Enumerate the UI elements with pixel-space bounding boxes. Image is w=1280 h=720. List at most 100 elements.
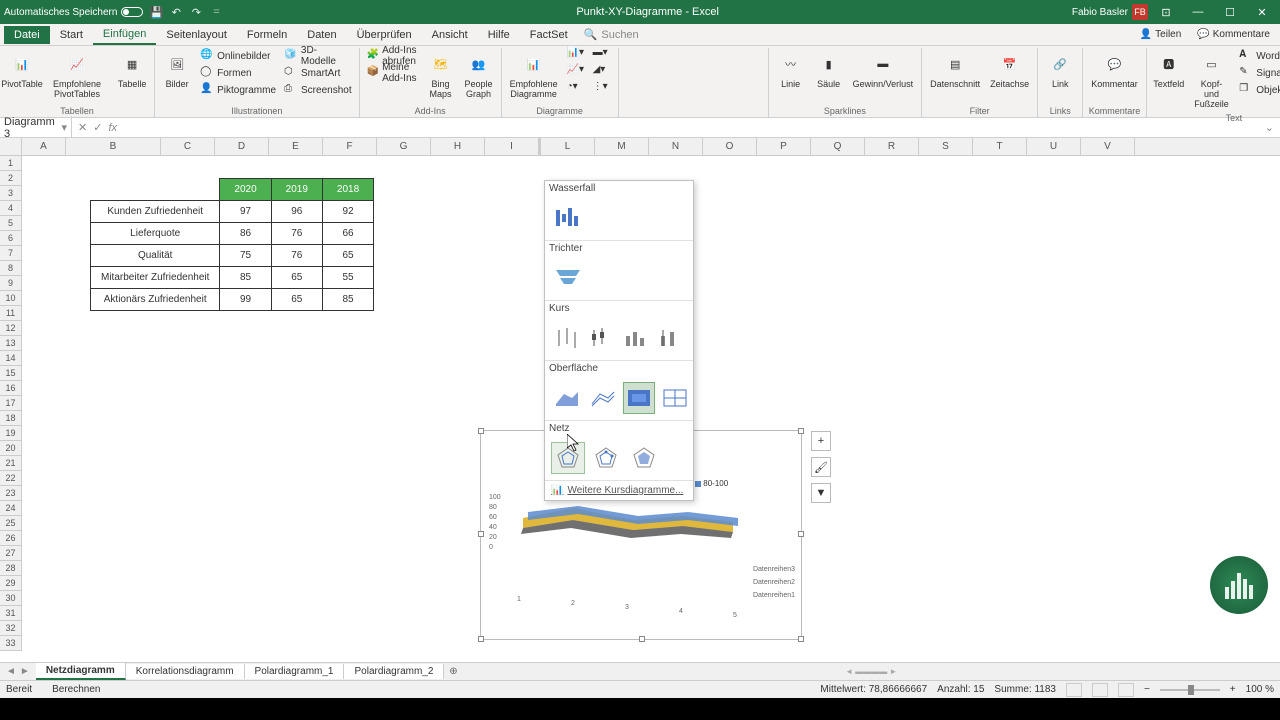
- row-header[interactable]: 12: [0, 321, 22, 336]
- stock-chart-4[interactable]: [656, 322, 687, 354]
- radar-chart-2[interactable]: [589, 442, 623, 474]
- row-header[interactable]: 16: [0, 381, 22, 396]
- autosave-toggle[interactable]: Automatisches Speichern: [4, 7, 143, 18]
- screenshot-button[interactable]: ⎙Screenshot: [281, 82, 355, 98]
- tab-help[interactable]: Hilfe: [478, 26, 520, 44]
- wordart-button[interactable]: 𝐀WordArt: [1236, 48, 1280, 64]
- column-header[interactable]: Q: [811, 138, 865, 155]
- row-header[interactable]: 5: [0, 216, 22, 231]
- surface-chart-3[interactable]: [623, 382, 655, 414]
- row-header[interactable]: 29: [0, 576, 22, 591]
- user-avatar[interactable]: FB: [1132, 4, 1148, 20]
- tab-view[interactable]: Ansicht: [422, 26, 478, 44]
- row-header[interactable]: 19: [0, 426, 22, 441]
- row-header[interactable]: 33: [0, 636, 22, 651]
- minimize-button[interactable]: —: [1184, 2, 1212, 22]
- column-header[interactable]: U: [1027, 138, 1081, 155]
- surface-chart-2[interactable]: [587, 382, 619, 414]
- tab-review[interactable]: Überprüfen: [347, 26, 422, 44]
- recommended-charts-button[interactable]: 📊Empfohlene Diagramme: [506, 48, 562, 102]
- column-header[interactable]: T: [973, 138, 1027, 155]
- surface-chart-4[interactable]: [659, 382, 691, 414]
- view-page-break-button[interactable]: [1118, 683, 1134, 697]
- row-header[interactable]: 6: [0, 231, 22, 246]
- view-normal-button[interactable]: [1066, 683, 1082, 697]
- sheet-tab-korrelation[interactable]: Korrelationsdiagramm: [126, 664, 245, 679]
- column-header[interactable]: S: [919, 138, 973, 155]
- column-header[interactable]: A: [22, 138, 66, 155]
- sparkline-winloss-button[interactable]: ▬Gewinn/Verlust: [849, 48, 918, 92]
- sheet-tab-polar2[interactable]: Polardiagramm_2: [344, 664, 444, 679]
- table-button[interactable]: ▦Tabelle: [114, 48, 150, 92]
- object-button[interactable]: ❐Objekt: [1236, 82, 1280, 98]
- column-header[interactable]: O: [703, 138, 757, 155]
- accept-formula-icon[interactable]: ✓: [93, 121, 102, 134]
- row-header[interactable]: 27: [0, 546, 22, 561]
- column-header[interactable]: N: [649, 138, 703, 155]
- radar-chart-1[interactable]: [551, 442, 585, 474]
- link-button[interactable]: 🔗Link: [1042, 48, 1078, 92]
- comment-button[interactable]: 💬Kommentar: [1087, 48, 1142, 92]
- pie-chart-button[interactable]: ◔▾: [564, 82, 588, 98]
- row-header[interactable]: 8: [0, 261, 22, 276]
- recommended-pivot-button[interactable]: 📈Empfohlene PivotTables: [42, 48, 112, 102]
- chart-filter-button[interactable]: ▼: [811, 483, 831, 503]
- row-header[interactable]: 20: [0, 441, 22, 456]
- row-header[interactable]: 14: [0, 351, 22, 366]
- fx-icon[interactable]: fx: [108, 122, 117, 134]
- models3d-button[interactable]: 🧊3D-Modelle: [281, 48, 355, 64]
- row-header[interactable]: 4: [0, 201, 22, 216]
- row-header[interactable]: 3: [0, 186, 22, 201]
- row-header[interactable]: 26: [0, 531, 22, 546]
- column-header[interactable]: E: [269, 138, 323, 155]
- row-header[interactable]: 11: [0, 306, 22, 321]
- slicer-button[interactable]: ▤Datenschnitt: [926, 48, 984, 92]
- zoom-slider[interactable]: [1160, 689, 1220, 691]
- headerfooter-button[interactable]: ▭Kopf- und Fußzeile: [1189, 48, 1235, 112]
- stock-chart-1[interactable]: [551, 322, 582, 354]
- view-page-layout-button[interactable]: [1092, 683, 1108, 697]
- sheet-tab-netzdiagramm[interactable]: Netzdiagramm: [36, 663, 126, 680]
- row-header[interactable]: 31: [0, 606, 22, 621]
- column-chart-button[interactable]: 📊▾: [564, 48, 588, 64]
- area-chart-button[interactable]: ◢▾: [590, 65, 614, 81]
- expand-formula-icon[interactable]: ⌄: [1259, 121, 1280, 134]
- funnel-chart-option[interactable]: [551, 262, 585, 294]
- column-header[interactable]: L: [541, 138, 595, 155]
- tab-factset[interactable]: FactSet: [520, 26, 578, 44]
- row-header[interactable]: 15: [0, 366, 22, 381]
- name-box[interactable]: Diagramm 3▾: [0, 116, 72, 140]
- scatter-chart-button[interactable]: ⋮▾: [590, 82, 614, 98]
- zoom-in-button[interactable]: +: [1230, 684, 1236, 695]
- bar-chart-button[interactable]: ▬▾: [590, 48, 614, 64]
- smartart-button[interactable]: ⬡SmartArt: [281, 65, 355, 81]
- more-charts-link[interactable]: 📊Weitere Kursdiagramme...: [545, 481, 693, 500]
- tab-formulas[interactable]: Formeln: [237, 26, 297, 44]
- stock-chart-2[interactable]: [586, 322, 617, 354]
- row-header[interactable]: 7: [0, 246, 22, 261]
- column-header[interactable]: I: [485, 138, 539, 155]
- bing-maps-button[interactable]: 🗺Bing Maps: [423, 48, 459, 102]
- row-header[interactable]: 17: [0, 396, 22, 411]
- redo-icon[interactable]: ↷: [189, 5, 203, 19]
- radar-chart-3[interactable]: [627, 442, 661, 474]
- tab-data[interactable]: Daten: [297, 26, 346, 44]
- tell-me-search[interactable]: 🔍 Suchen: [578, 28, 645, 41]
- row-header[interactable]: 28: [0, 561, 22, 576]
- line-chart-button[interactable]: 📈▾: [564, 65, 588, 81]
- share-button[interactable]: 👤Teilen: [1134, 27, 1188, 42]
- zoom-level[interactable]: 100 %: [1246, 684, 1274, 695]
- sparkline-line-button[interactable]: 〰Linie: [773, 48, 809, 92]
- tab-start[interactable]: Start: [50, 26, 93, 44]
- pictograms-button[interactable]: 👤Piktogramme: [197, 82, 279, 98]
- timeline-button[interactable]: 📅Zeitachse: [986, 48, 1033, 92]
- shapes-button[interactable]: ◯Formen: [197, 65, 279, 81]
- close-button[interactable]: ✕: [1248, 2, 1276, 22]
- column-header[interactable]: D: [215, 138, 269, 155]
- tab-file[interactable]: Datei: [4, 26, 50, 44]
- add-sheet-button[interactable]: ⊕: [444, 666, 462, 677]
- chart-brush-button[interactable]: 🖌: [811, 457, 831, 477]
- column-header[interactable]: G: [377, 138, 431, 155]
- tab-insert[interactable]: Einfügen: [93, 25, 156, 45]
- column-header[interactable]: M: [595, 138, 649, 155]
